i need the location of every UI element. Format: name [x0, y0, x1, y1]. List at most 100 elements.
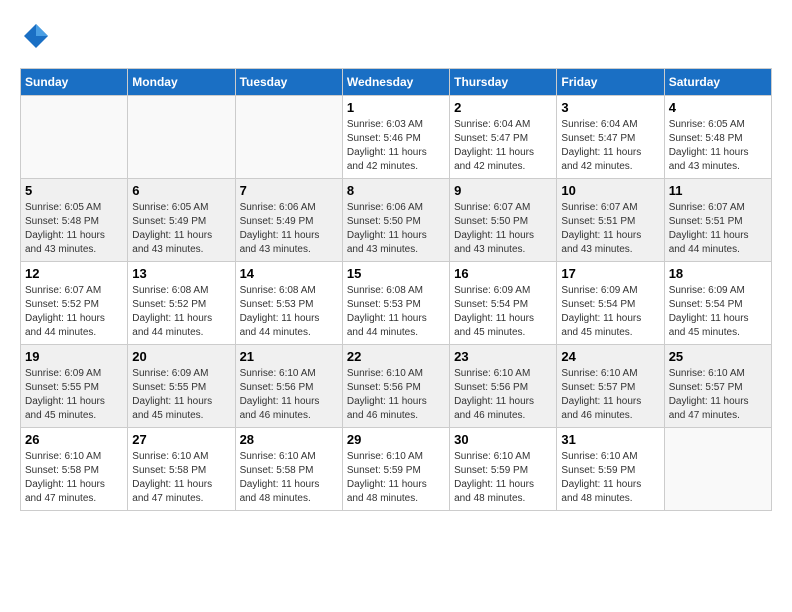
day-cell: 21 Sunrise: 6:10 AM Sunset: 5:56 PM Dayli… — [235, 345, 342, 428]
day-cell: 19 Sunrise: 6:09 AM Sunset: 5:55 PM Dayli… — [21, 345, 128, 428]
day-number: 5 — [25, 183, 123, 198]
day-info: Sunrise: 6:07 AM Sunset: 5:51 PM Dayligh… — [561, 201, 659, 257]
calendar: SundayMondayTuesdayWednesdayThursdayFrid… — [20, 68, 772, 511]
day-number: 30 — [454, 432, 552, 447]
day-info: Sunrise: 6:05 AM Sunset: 5:48 PM Dayligh… — [669, 118, 767, 174]
day-cell: 26Sunrise: 6:10 AM Sunset: 5:58 PM Dayli… — [21, 428, 128, 511]
day-cell: 18 Sunrise: 6:09 AM Sunset: 5:54 PM Dayli… — [664, 262, 771, 345]
day-cell: 15 Sunrise: 6:08 AM Sunset: 5:53 PM Dayli… — [342, 262, 449, 345]
day-number: 22 — [347, 349, 445, 364]
day-info: Sunrise: 6:10 AM Sunset: 5:59 PM Dayligh… — [454, 450, 552, 506]
day-info: Sunrise: 6:10 AM Sunset: 5:58 PM Dayligh… — [240, 450, 338, 506]
day-info: Sunrise: 6:03 AM Sunset: 5:46 PM Dayligh… — [347, 118, 445, 174]
week-row-1: 1Sunrise: 6:03 AM Sunset: 5:46 PM Daylig… — [21, 96, 772, 179]
day-info: Sunrise: 6:10 AM Sunset: 5:58 PM Dayligh… — [25, 450, 123, 506]
day-info: Sunrise: 6:09 AM Sunset: 5:54 PM Dayligh… — [454, 284, 552, 340]
day-cell: 25 Sunrise: 6:10 AM Sunset: 5:57 PM Dayli… — [664, 345, 771, 428]
day-info: Sunrise: 6:10 AM Sunset: 5:57 PM Dayligh… — [669, 367, 767, 423]
logo-icon — [20, 20, 52, 52]
day-number: 27 — [132, 432, 230, 447]
weekday-header-monday: Monday — [128, 69, 235, 96]
day-info: Sunrise: 6:08 AM Sunset: 5:53 PM Dayligh… — [347, 284, 445, 340]
day-cell: 9 Sunrise: 6:07 AM Sunset: 5:50 PM Daylig… — [450, 179, 557, 262]
day-number: 18 — [669, 266, 767, 281]
day-number: 31 — [561, 432, 659, 447]
day-cell: 14 Sunrise: 6:08 AM Sunset: 5:53 PM Dayli… — [235, 262, 342, 345]
day-cell: 8Sunrise: 6:06 AM Sunset: 5:50 PM Daylig… — [342, 179, 449, 262]
weekday-header-row: SundayMondayTuesdayWednesdayThursdayFrid… — [21, 69, 772, 96]
day-cell — [235, 96, 342, 179]
day-number: 3 — [561, 100, 659, 115]
weekday-header-friday: Friday — [557, 69, 664, 96]
day-number: 23 — [454, 349, 552, 364]
weekday-header-saturday: Saturday — [664, 69, 771, 96]
day-info: Sunrise: 6:08 AM Sunset: 5:53 PM Dayligh… — [240, 284, 338, 340]
day-info: Sunrise: 6:05 AM Sunset: 5:48 PM Dayligh… — [25, 201, 123, 257]
day-number: 2 — [454, 100, 552, 115]
day-cell: 3 Sunrise: 6:04 AM Sunset: 5:47 PM Daylig… — [557, 96, 664, 179]
weekday-header-thursday: Thursday — [450, 69, 557, 96]
day-cell — [21, 96, 128, 179]
day-info: Sunrise: 6:10 AM Sunset: 5:56 PM Dayligh… — [454, 367, 552, 423]
day-cell: 27 Sunrise: 6:10 AM Sunset: 5:58 PM Dayli… — [128, 428, 235, 511]
day-info: Sunrise: 6:09 AM Sunset: 5:54 PM Dayligh… — [669, 284, 767, 340]
week-row-4: 19 Sunrise: 6:09 AM Sunset: 5:55 PM Dayli… — [21, 345, 772, 428]
day-cell: 16Sunrise: 6:09 AM Sunset: 5:54 PM Dayli… — [450, 262, 557, 345]
day-cell: 7 Sunrise: 6:06 AM Sunset: 5:49 PM Daylig… — [235, 179, 342, 262]
day-cell: 29 Sunrise: 6:10 AM Sunset: 5:59 PM Dayli… — [342, 428, 449, 511]
weekday-header-tuesday: Tuesday — [235, 69, 342, 96]
day-info: Sunrise: 6:04 AM Sunset: 5:47 PM Dayligh… — [561, 118, 659, 174]
day-cell: 2 Sunrise: 6:04 AM Sunset: 5:47 PM Daylig… — [450, 96, 557, 179]
day-info: Sunrise: 6:04 AM Sunset: 5:47 PM Dayligh… — [454, 118, 552, 174]
day-number: 19 — [25, 349, 123, 364]
day-cell: 24Sunrise: 6:10 AM Sunset: 5:57 PM Dayli… — [557, 345, 664, 428]
day-info: Sunrise: 6:07 AM Sunset: 5:52 PM Dayligh… — [25, 284, 123, 340]
day-number: 10 — [561, 183, 659, 198]
day-number: 17 — [561, 266, 659, 281]
day-cell: 17 Sunrise: 6:09 AM Sunset: 5:54 PM Dayli… — [557, 262, 664, 345]
day-cell: 6Sunrise: 6:05 AM Sunset: 5:49 PM Daylig… — [128, 179, 235, 262]
day-info: Sunrise: 6:09 AM Sunset: 5:55 PM Dayligh… — [132, 367, 230, 423]
day-number: 6 — [132, 183, 230, 198]
day-number: 9 — [454, 183, 552, 198]
day-info: Sunrise: 6:10 AM Sunset: 5:56 PM Dayligh… — [240, 367, 338, 423]
day-number: 15 — [347, 266, 445, 281]
day-info: Sunrise: 6:07 AM Sunset: 5:51 PM Dayligh… — [669, 201, 767, 257]
day-number: 25 — [669, 349, 767, 364]
day-cell: 23 Sunrise: 6:10 AM Sunset: 5:56 PM Dayli… — [450, 345, 557, 428]
day-info: Sunrise: 6:07 AM Sunset: 5:50 PM Dayligh… — [454, 201, 552, 257]
day-info: Sunrise: 6:09 AM Sunset: 5:54 PM Dayligh… — [561, 284, 659, 340]
day-number: 28 — [240, 432, 338, 447]
weekday-header-sunday: Sunday — [21, 69, 128, 96]
day-number: 21 — [240, 349, 338, 364]
day-cell: 4 Sunrise: 6:05 AM Sunset: 5:48 PM Daylig… — [664, 96, 771, 179]
day-number: 13 — [132, 266, 230, 281]
day-number: 11 — [669, 183, 767, 198]
day-info: Sunrise: 6:10 AM Sunset: 5:58 PM Dayligh… — [132, 450, 230, 506]
page-header — [20, 20, 772, 52]
logo — [20, 20, 56, 52]
day-info: Sunrise: 6:10 AM Sunset: 5:57 PM Dayligh… — [561, 367, 659, 423]
week-row-2: 5 Sunrise: 6:05 AM Sunset: 5:48 PM Daylig… — [21, 179, 772, 262]
day-number: 29 — [347, 432, 445, 447]
day-number: 20 — [132, 349, 230, 364]
day-info: Sunrise: 6:09 AM Sunset: 5:55 PM Dayligh… — [25, 367, 123, 423]
day-number: 14 — [240, 266, 338, 281]
day-info: Sunrise: 6:10 AM Sunset: 5:59 PM Dayligh… — [347, 450, 445, 506]
week-row-3: 12Sunrise: 6:07 AM Sunset: 5:52 PM Dayli… — [21, 262, 772, 345]
week-row-5: 26Sunrise: 6:10 AM Sunset: 5:58 PM Dayli… — [21, 428, 772, 511]
day-info: Sunrise: 6:06 AM Sunset: 5:49 PM Dayligh… — [240, 201, 338, 257]
day-cell: 13Sunrise: 6:08 AM Sunset: 5:52 PM Dayli… — [128, 262, 235, 345]
day-cell: 12Sunrise: 6:07 AM Sunset: 5:52 PM Dayli… — [21, 262, 128, 345]
day-number: 7 — [240, 183, 338, 198]
day-cell: 5 Sunrise: 6:05 AM Sunset: 5:48 PM Daylig… — [21, 179, 128, 262]
day-info: Sunrise: 6:06 AM Sunset: 5:50 PM Dayligh… — [347, 201, 445, 257]
day-number: 4 — [669, 100, 767, 115]
day-info: Sunrise: 6:10 AM Sunset: 5:56 PM Dayligh… — [347, 367, 445, 423]
weekday-header-wednesday: Wednesday — [342, 69, 449, 96]
day-cell: 30 Sunrise: 6:10 AM Sunset: 5:59 PM Dayli… — [450, 428, 557, 511]
day-cell: 28 Sunrise: 6:10 AM Sunset: 5:58 PM Dayli… — [235, 428, 342, 511]
day-info: Sunrise: 6:10 AM Sunset: 5:59 PM Dayligh… — [561, 450, 659, 506]
day-cell: 11 Sunrise: 6:07 AM Sunset: 5:51 PM Dayli… — [664, 179, 771, 262]
day-cell: 22 Sunrise: 6:10 AM Sunset: 5:56 PM Dayli… — [342, 345, 449, 428]
